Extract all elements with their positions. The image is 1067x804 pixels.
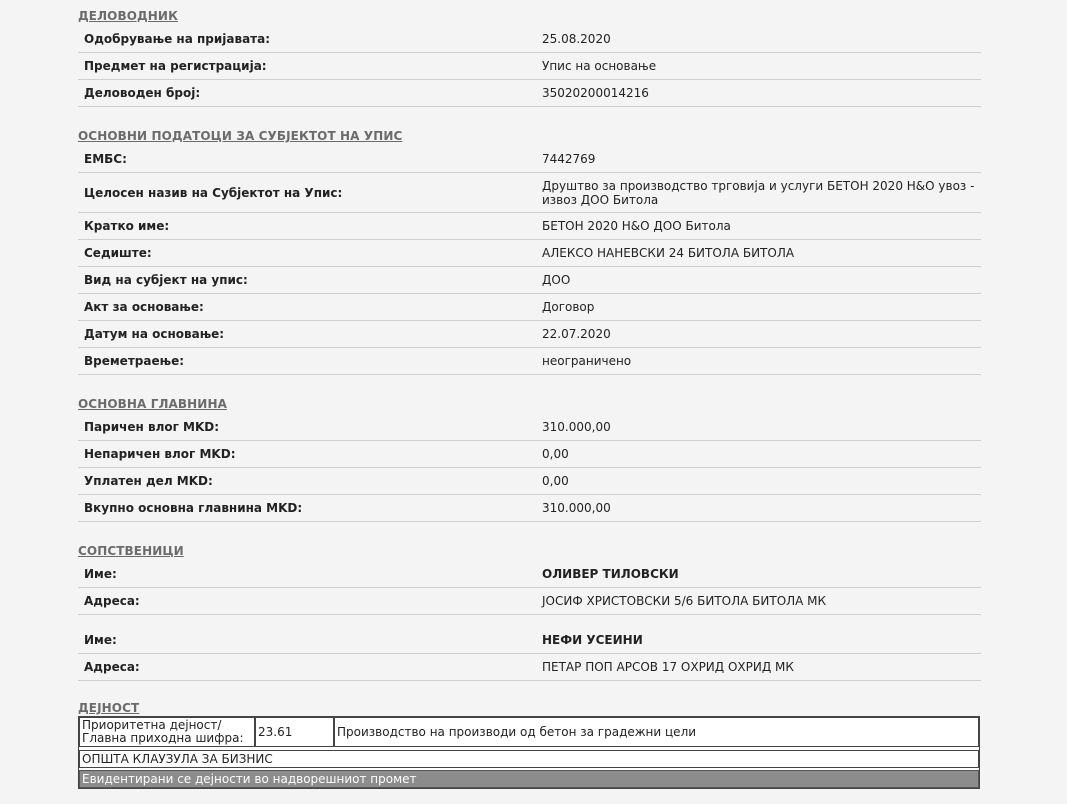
owner-address: ПЕТАР ПОП АРСОВ 17 ОХРИД ОХРИД МК	[542, 660, 794, 674]
row-label: Предмет на регистрација:	[84, 59, 267, 73]
row-label: ЕМБС:	[84, 152, 127, 166]
row-paid-part: Уплатен дел MKD: 0,00	[78, 468, 981, 495]
row-noncash-deposit: Непаричен влог MKD: 0,00	[78, 441, 981, 468]
owner-name: НЕФИ УСЕИНИ	[542, 633, 643, 647]
row-value: ДОО	[542, 273, 571, 287]
section-title-owners: СОПСТВЕНИЦИ	[78, 544, 184, 558]
row-label: Целосен назив на Субјектот на Упис:	[84, 185, 343, 200]
row-value: 0,00	[542, 474, 569, 488]
activity-description: Производство на производи од бетон за гр…	[334, 717, 979, 747]
row-label: Кратко име:	[84, 219, 170, 233]
row-label: Адреса:	[84, 660, 140, 674]
section-title-capital: ОСНОВНА ГЛАВНИНА	[78, 397, 227, 411]
row-duration: Времетраење: неограничено	[78, 348, 981, 375]
row-label: Вид на субјект на упис:	[84, 273, 248, 287]
priority-label-cell: Приоритетна дејност/ Главна приходна шиф…	[79, 717, 255, 747]
row-owner-address: Адреса: ПЕТАР ПОП АРСОВ 17 ОХРИД ОХРИД М…	[78, 654, 981, 681]
owner-name: ОЛИВЕР ТИЛОВСКИ	[542, 567, 679, 581]
row-value: 310.000,00	[542, 501, 611, 515]
row-value: 25.08.2020	[542, 32, 611, 46]
section-title-registry: ДЕЛОВОДНИК	[78, 9, 178, 23]
row-owner-name: Име: ОЛИВЕР ТИЛОВСКИ	[78, 561, 981, 588]
row-label: Акт за основање:	[84, 300, 204, 314]
row-total-capital: Вкупно основна главнина MKD: 310.000,00	[78, 495, 981, 522]
row-seat: Седиште: АЛЕКСО НАНЕВСКИ 24 БИТОЛА БИТОЛ…	[78, 240, 981, 267]
row-label: Времетраење:	[84, 354, 185, 368]
row-approval-date: Одобрување на пријавата: 25.08.2020	[78, 26, 981, 53]
row-label: Датум на основање:	[84, 327, 225, 341]
activity-code: 23.61	[255, 717, 334, 747]
row-entity-type: Вид на субјект на упис: ДОО	[78, 267, 981, 294]
row-value: Друштво за производство трговија и услуг…	[542, 178, 975, 207]
row-value: 22.07.2020	[542, 327, 611, 341]
row-founding-act: Акт за основање: Договор	[78, 294, 981, 321]
row-founding-date: Датум на основање: 22.07.2020	[78, 321, 981, 348]
row-label: Непаричен влог MKD:	[84, 447, 236, 461]
row-embs: ЕМБС: 7442769	[78, 146, 981, 173]
row-full-name: Целосен назив на Субјектот на Упис: Друш…	[78, 173, 981, 213]
row-label: Деловоден број:	[84, 86, 201, 100]
row-value: 7442769	[542, 152, 596, 166]
priority-label-line-2: Главна приходна шифра:	[82, 731, 244, 745]
row-cash-deposit: Паричен влог MKD: 310.000,00	[78, 414, 981, 441]
row-label: Адреса:	[84, 594, 140, 608]
registered-activities-bar: Евидентирани се дејности во надворешниот…	[79, 770, 979, 788]
row-value: АЛЕКСО НАНЕВСКИ 24 БИТОЛА БИТОЛА	[542, 246, 795, 260]
row-registration-subject: Предмет на регистрација: Упис на основањ…	[78, 53, 981, 80]
row-value: 310.000,00	[542, 420, 611, 434]
row-label: Уплатен дел MKD:	[84, 474, 213, 488]
row-value: Упис на основање	[542, 59, 657, 73]
row-label: Седиште:	[84, 246, 152, 260]
activity-table: Приоритетна дејност/ Главна приходна шиф…	[78, 716, 980, 789]
row-label: Паричен влог MKD:	[84, 420, 220, 434]
activity-priority-row: Приоритетна дејност/ Главна приходна шиф…	[79, 717, 979, 747]
row-value: неограничено	[542, 354, 632, 368]
row-value: 35020200014216	[542, 86, 649, 100]
row-short-name: Кратко име: БЕТОН 2020 Н&О ДОО Битола	[78, 213, 981, 240]
section-title-activity: ДЕЈНОСТ	[78, 701, 140, 715]
page: { "registry": { "title": "ДЕЛОВОДНИК", "…	[0, 0, 1067, 804]
owner-address: ЈОСИФ ХРИСТОВСКИ 5/6 БИТОЛА БИТОЛА МК	[542, 594, 827, 608]
row-owner-name: Име: НЕФИ УСЕИНИ	[78, 627, 981, 654]
general-clause: ОПШТА КЛАУЗУЛА ЗА БИЗНИС	[79, 750, 979, 768]
row-label: Име:	[84, 633, 117, 647]
row-owner-address: Адреса: ЈОСИФ ХРИСТОВСКИ 5/6 БИТОЛА БИТО…	[78, 588, 981, 615]
row-value: Договор	[542, 300, 595, 314]
registry-content: ДЕЛОВОДНИК Одобрување на пријавата: 25.0…	[78, 0, 981, 789]
row-value: 0,00	[542, 447, 569, 461]
row-label: Име:	[84, 567, 117, 581]
row-label: Одобрување на пријавата:	[84, 32, 271, 46]
section-title-basic: ОСНОВНИ ПОДАТОЦИ ЗА СУБЈЕКТОТ НА УПИС	[78, 129, 403, 143]
row-value: БЕТОН 2020 Н&О ДОО Битола	[542, 219, 731, 233]
row-label: Вкупно основна главнина MKD:	[84, 501, 303, 515]
activity-priority-table: Приоритетна дејност/ Главна приходна шиф…	[79, 717, 979, 747]
row-file-number: Деловоден број: 35020200014216	[78, 80, 981, 107]
